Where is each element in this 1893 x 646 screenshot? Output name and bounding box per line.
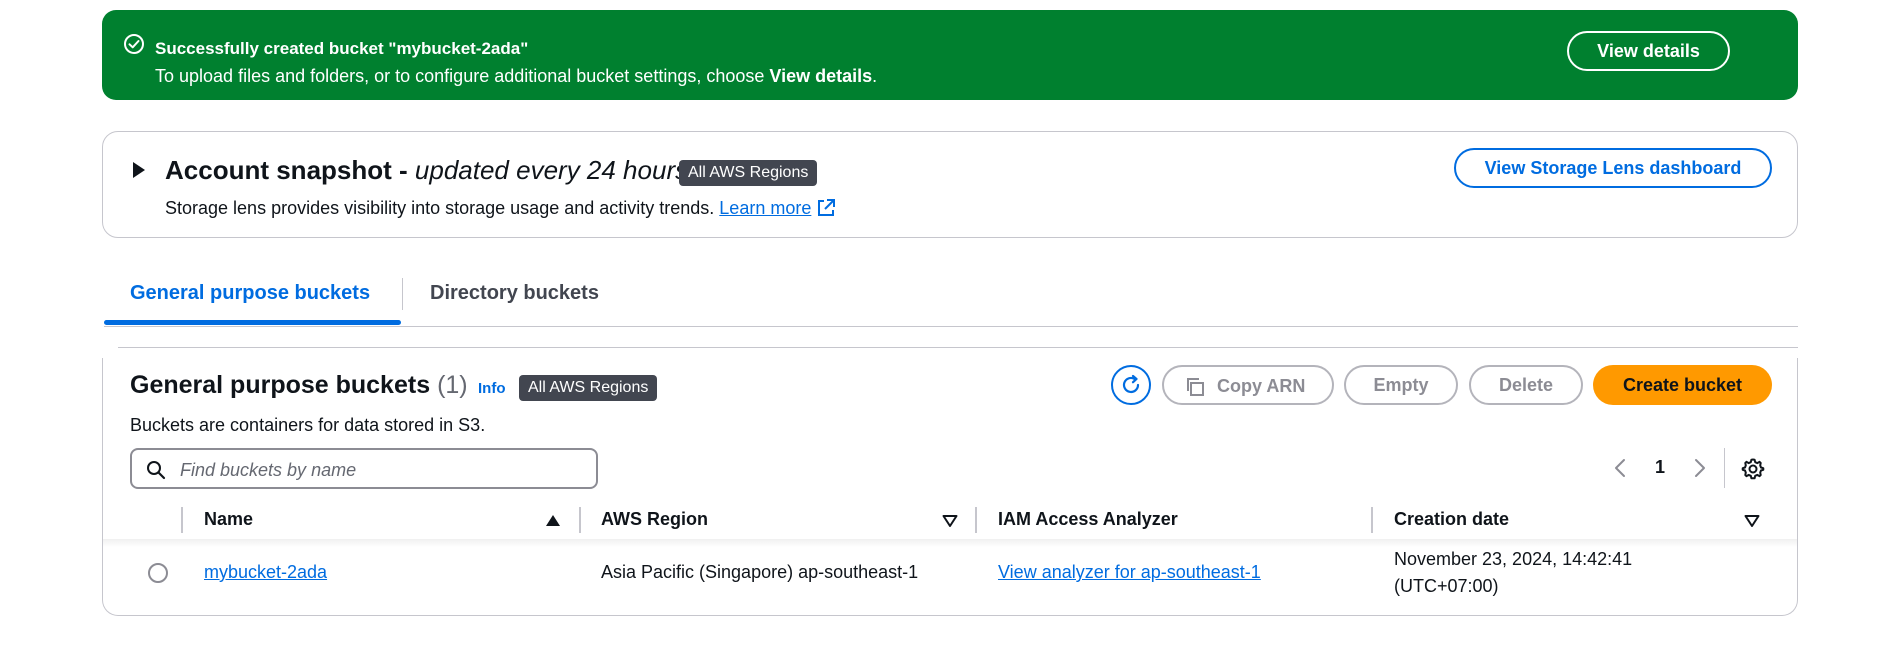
delete-button[interactable]: Delete xyxy=(1469,365,1583,405)
page-number[interactable]: 1 xyxy=(1655,457,1665,478)
snapshot-description-text: Storage lens provides visibility into st… xyxy=(165,198,720,218)
empty-button[interactable]: Empty xyxy=(1344,365,1458,405)
flash-message-end: . xyxy=(872,66,878,86)
snapshot-subtitle: updated every 24 hours xyxy=(414,155,689,185)
sort-descending-icon[interactable] xyxy=(942,514,958,528)
info-link[interactable]: Info xyxy=(478,380,506,397)
account-snapshot-panel: Account snapshot - updated every 24 hour… xyxy=(102,131,1798,238)
view-storage-lens-button[interactable]: View Storage Lens dashboard xyxy=(1454,148,1772,188)
tab-directory-buckets[interactable]: Directory buckets xyxy=(430,282,599,305)
flash-message: To upload files and folders, or to confi… xyxy=(155,66,877,87)
panel-title: General purpose buckets (1) xyxy=(130,371,468,400)
panel-title-text: General purpose buckets xyxy=(130,371,431,399)
caret-right-icon[interactable] xyxy=(133,162,145,178)
create-bucket-button[interactable]: Create bucket xyxy=(1593,365,1772,405)
header-shadow xyxy=(103,539,1797,547)
sort-descending-icon[interactable] xyxy=(1744,514,1760,528)
chevron-left-icon[interactable] xyxy=(1613,458,1627,478)
chevron-right-icon[interactable] xyxy=(1693,458,1707,478)
view-details-button[interactable]: View details xyxy=(1567,31,1730,71)
column-separator[interactable] xyxy=(579,507,581,533)
creation-date: November 23, 2024, 14:42:41 xyxy=(1394,549,1633,569)
flash-title: Successfully created bucket "mybucket-2a… xyxy=(155,39,529,58)
column-separator[interactable] xyxy=(1371,507,1373,533)
success-flash-banner: Successfully created bucket "mybucket-2a… xyxy=(102,10,1874,100)
tab-separator xyxy=(402,278,403,310)
panel-description: Buckets are containers for data stored i… xyxy=(130,415,486,435)
creation-date-timezone: (UTC+07:00) xyxy=(1394,576,1499,596)
settings-gear-icon[interactable] xyxy=(1741,457,1765,481)
view-analyzer-link[interactable]: View analyzer for ap-southeast-1 xyxy=(998,562,1261,583)
search-input[interactable] xyxy=(178,456,582,484)
bucket-count: (1) xyxy=(437,371,468,399)
snapshot-description: Storage lens provides visibility into st… xyxy=(165,198,836,219)
pager-separator xyxy=(1724,448,1725,488)
snapshot-heading[interactable]: Account snapshot - updated every 24 hour… xyxy=(165,155,688,186)
copy-arn-label: Copy ARN xyxy=(1217,376,1306,396)
active-tab-indicator xyxy=(104,320,401,325)
bucket-tabs: General purpose buckets Directory bucket… xyxy=(104,270,1798,327)
column-header-access-analyzer[interactable]: IAM Access Analyzer xyxy=(998,509,1178,530)
section-divider xyxy=(118,347,1798,348)
snapshot-title: Account snapshot - xyxy=(165,155,415,185)
row-select-radio[interactable] xyxy=(148,563,168,583)
bucket-name-link[interactable]: mybucket-2ada xyxy=(204,562,327,583)
tab-general-purpose-buckets[interactable]: General purpose buckets xyxy=(130,282,370,305)
column-separator xyxy=(181,507,183,533)
column-separator[interactable] xyxy=(975,507,977,533)
refresh-icon xyxy=(1122,374,1140,394)
refresh-button[interactable] xyxy=(1111,365,1151,405)
buckets-table-panel: General purpose buckets (1) Info All AWS… xyxy=(102,358,1798,616)
flash-message-bold: View details xyxy=(769,66,873,86)
search-icon xyxy=(147,461,166,480)
check-circle-icon xyxy=(124,34,144,54)
copy-arn-button[interactable]: Copy ARN xyxy=(1162,365,1334,405)
column-header-region[interactable]: AWS Region xyxy=(601,509,708,530)
close-icon[interactable] xyxy=(1854,39,1876,61)
panel-regions-badge: All AWS Regions xyxy=(519,375,658,401)
external-link-icon[interactable] xyxy=(816,198,836,218)
bucket-region: Asia Pacific (Singapore) ap-southeast-1 xyxy=(601,562,919,582)
search-field[interactable] xyxy=(130,448,598,489)
copy-icon xyxy=(1187,378,1204,396)
flash-message-text: To upload files and folders, or to confi… xyxy=(155,66,770,86)
sort-ascending-icon[interactable] xyxy=(545,514,561,528)
learn-more-link[interactable]: Learn more xyxy=(719,198,811,218)
regions-badge: All AWS Regions xyxy=(679,160,818,186)
column-header-name[interactable]: Name xyxy=(204,509,253,530)
column-header-creation-date[interactable]: Creation date xyxy=(1394,509,1509,530)
